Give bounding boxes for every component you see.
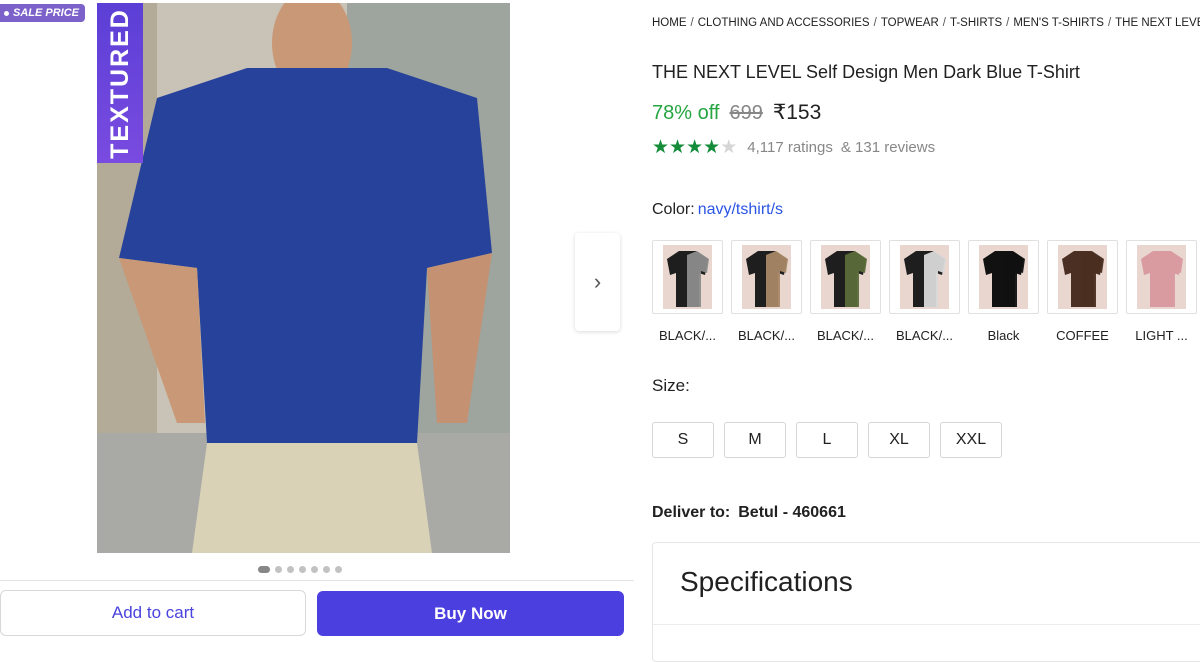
specifications-title[interactable]: Specifications <box>680 566 853 598</box>
size-option-button[interactable]: S <box>652 422 714 458</box>
buy-now-button[interactable]: Buy Now <box>317 591 624 636</box>
swatch-tshirt-icon <box>979 245 1028 309</box>
add-to-cart-button[interactable]: Add to cart <box>0 590 306 636</box>
sale-price-label: SALE PRICE <box>13 7 80 19</box>
swatch-thumbnail <box>1047 240 1118 314</box>
gallery-next-button[interactable]: › <box>575 233 620 331</box>
color-swatch[interactable]: BLACK/... <box>889 240 960 343</box>
size-options: S M L XL XXL <box>652 422 1002 458</box>
breadcrumb-item[interactable]: T-SHIRTS <box>950 17 1002 29</box>
breadcrumb-separator: / <box>1006 17 1010 29</box>
rating-row[interactable]: ★ ★ ★ ★ ★ 4,117 ratings & 131 reviews <box>652 138 935 157</box>
gallery-dot[interactable] <box>299 566 306 573</box>
swatch-tshirt-icon <box>742 245 791 309</box>
color-label: Color: <box>652 201 695 218</box>
swatch-label: Black <box>987 328 1020 343</box>
color-swatch[interactable]: COFFEE <box>1047 240 1118 343</box>
swatch-label: BLACK/... <box>816 328 875 343</box>
product-main-image[interactable] <box>97 3 510 553</box>
size-option-button[interactable]: L <box>796 422 858 458</box>
color-swatch[interactable]: BLACK/... <box>810 240 881 343</box>
size-option-button[interactable]: XXL <box>940 422 1002 458</box>
breadcrumb-item[interactable]: HOME <box>652 17 687 29</box>
star-icon: ★ <box>720 137 738 158</box>
swatch-label: BLACK/... <box>658 328 717 343</box>
swatch-thumbnail <box>889 240 960 314</box>
gallery-dot[interactable] <box>258 566 270 573</box>
color-swatch[interactable]: BLACK/... <box>652 240 723 343</box>
swatch-tshirt-icon <box>1137 245 1186 309</box>
breadcrumb-item[interactable]: THE NEXT LEVEL <box>1115 17 1200 29</box>
gallery-dot[interactable] <box>323 566 330 573</box>
color-swatch[interactable]: LIGHT ... <box>1126 240 1197 343</box>
swatch-tshirt-icon <box>663 245 712 309</box>
breadcrumb-separator: / <box>873 17 877 29</box>
swatch-thumbnail <box>1126 240 1197 314</box>
swatch-thumbnail <box>652 240 723 314</box>
size-label: Size: <box>652 376 690 395</box>
breadcrumb-separator: / <box>942 17 946 29</box>
swatch-label: LIGHT ... <box>1135 328 1188 343</box>
swatch-tshirt-icon <box>1058 245 1107 309</box>
swatch-thumbnail <box>731 240 802 314</box>
divider <box>0 580 634 581</box>
color-selected-value: navy/tshirt/s <box>697 201 784 218</box>
color-selector-heading: Color: navy/tshirt/s <box>652 201 783 219</box>
color-swatch[interactable]: BLACK/... <box>731 240 802 343</box>
gallery-dot[interactable] <box>311 566 318 573</box>
star-icon: ★ <box>652 137 670 158</box>
gallery-dot[interactable] <box>275 566 282 573</box>
specifications-panel <box>652 542 1200 662</box>
breadcrumb-separator: / <box>690 17 694 29</box>
breadcrumb: HOME / CLOTHING AND ACCESSORIES / TOPWEAR / T-… <box>652 17 1200 29</box>
star-icon: ★ <box>703 137 721 158</box>
discount-percent: 78% off <box>652 102 720 124</box>
swatch-tshirt-icon <box>900 245 949 309</box>
gallery-dot[interactable] <box>287 566 294 573</box>
specifications-divider <box>652 624 1200 625</box>
original-price: 699 <box>729 102 763 124</box>
breadcrumb-item[interactable]: TOPWEAR <box>881 17 939 29</box>
ratings-count: 4,117 ratings <box>747 139 833 156</box>
swatch-thumbnail <box>968 240 1039 314</box>
swatch-thumbnail <box>810 240 881 314</box>
gallery-dot[interactable] <box>335 566 342 573</box>
size-option-button[interactable]: M <box>724 422 786 458</box>
swatch-label: BLACK/... <box>895 328 954 343</box>
star-icon: ★ <box>686 137 704 158</box>
sale-price-badge: SALE PRICE <box>0 4 86 22</box>
breadcrumb-item[interactable]: MEN'S T-SHIRTS <box>1013 17 1104 29</box>
reviews-count: & 131 reviews <box>840 139 936 156</box>
breadcrumb-separator: / <box>1107 17 1112 29</box>
chevron-right-icon: › <box>593 269 602 294</box>
swatch-label: COFFEE <box>1056 328 1109 343</box>
deliver-to-label: Deliver to: <box>652 504 731 521</box>
model-illustration <box>97 3 510 553</box>
price-row: 78% off 699 ₹153 <box>652 100 821 125</box>
textured-label: TEXTURED <box>105 7 134 159</box>
swatch-tshirt-icon <box>821 245 870 309</box>
star-rating: ★ ★ ★ ★ ★ <box>652 138 737 157</box>
color-swatches: BLACK/... BLACK/... BLACK/... BLACK/... Blac… <box>652 240 1197 343</box>
delivery-info[interactable]: Deliver to: Betul - 460661 <box>652 504 846 522</box>
swatch-label: BLACK/... <box>737 328 796 343</box>
final-price: ₹153 <box>772 101 822 124</box>
gallery-dots <box>258 566 342 573</box>
color-swatch[interactable]: Black <box>968 240 1039 343</box>
star-icon: ★ <box>669 137 687 158</box>
size-option-button[interactable]: XL <box>868 422 930 458</box>
product-title: THE NEXT LEVEL Self Design Men Dark Blue… <box>652 62 1080 82</box>
breadcrumb-item[interactable]: CLOTHING AND ACCESSORIES <box>698 17 870 29</box>
badge-dot-icon <box>4 10 9 16</box>
textured-banner-text: TEXTURED <box>97 3 143 163</box>
delivery-location: Betul - 460661 <box>738 504 846 521</box>
